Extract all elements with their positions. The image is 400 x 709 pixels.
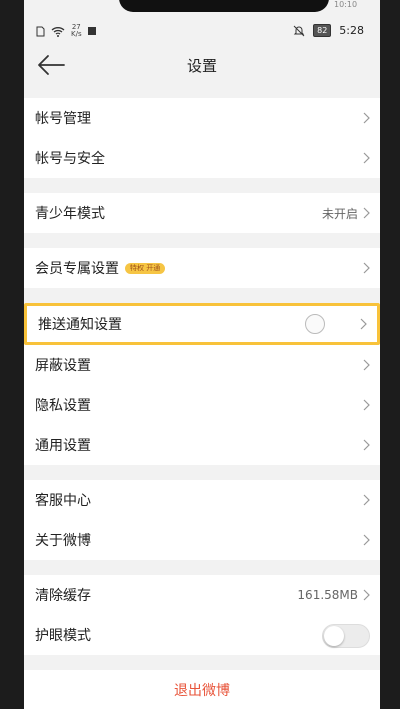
- settings-group-vip: 会员专属设置 特权 开通: [24, 248, 380, 288]
- chevron-right-icon: [363, 439, 370, 451]
- settings-item-block-settings[interactable]: 屏蔽设置: [24, 345, 380, 385]
- vip-badge: 特权 开通: [125, 262, 166, 274]
- settings-group-account: 帐号管理 帐号与安全: [24, 98, 380, 178]
- settings-item-privacy-settings[interactable]: 隐私设置: [24, 385, 380, 425]
- chevron-right-icon: [363, 262, 370, 274]
- camera-notch: [119, 0, 329, 12]
- settings-item-account-management[interactable]: 帐号管理: [24, 98, 380, 138]
- settings-item-teen-mode[interactable]: 青少年模式 未开启: [24, 193, 380, 233]
- settings-group-help: 客服中心 关于微博: [24, 480, 380, 560]
- chevron-right-icon: [363, 399, 370, 411]
- phone-frame: 10:10 27 K/s 82 5:28 设置 帐号管理 帐号与安全 青少年模式…: [0, 0, 400, 709]
- chevron-right-icon: [363, 207, 370, 219]
- chevron-right-icon: [363, 534, 370, 546]
- chevron-right-icon: [363, 359, 370, 371]
- settings-group-teen: 青少年模式 未开启: [24, 193, 380, 233]
- chevron-right-icon: [363, 589, 370, 601]
- status-bar: 27 K/s 82 5:28: [24, 22, 380, 44]
- settings-item-general-settings[interactable]: 通用设置: [24, 425, 380, 465]
- tap-indicator: [305, 314, 325, 334]
- settings-list: 帐号管理 帐号与安全 青少年模式 未开启 会员专属设置 特权 开通 推送通知设置…: [24, 98, 380, 709]
- chevron-right-icon: [363, 152, 370, 164]
- toggle-knob: [324, 626, 344, 646]
- header-bar: 设置: [24, 44, 380, 86]
- page-title: 设置: [186, 57, 217, 75]
- teen-mode-status: 未开启: [321, 206, 358, 221]
- mute-icon: [293, 25, 305, 36]
- push-settings-highlight: 推送通知设置: [24, 303, 380, 345]
- top-time: 10:10: [334, 0, 358, 9]
- network-speed: 27 K/s: [71, 23, 82, 38]
- clock: 5:28: [339, 24, 364, 37]
- screen: 10:10 27 K/s 82 5:28 设置 帐号管理 帐号与安全 青少年模式…: [24, 0, 380, 709]
- settings-group-storage: 清除缓存 161.58MB 护眼模式: [24, 575, 380, 655]
- logout-button[interactable]: 退出微博: [24, 670, 380, 709]
- chevron-right-icon: [363, 494, 370, 506]
- settings-group-general: 推送通知设置 屏蔽设置 隐私设置 通用设置: [24, 303, 380, 465]
- notification-icon: [87, 27, 96, 35]
- settings-item-eye-protection: 护眼模式: [24, 615, 380, 655]
- settings-item-vip-settings[interactable]: 会员专属设置 特权 开通: [24, 248, 380, 288]
- settings-item-account-security[interactable]: 帐号与安全: [24, 138, 380, 178]
- settings-item-clear-cache[interactable]: 清除缓存 161.58MB: [24, 575, 380, 615]
- sim-icon: [36, 26, 45, 36]
- chevron-right-icon: [360, 318, 367, 330]
- chevron-right-icon: [363, 112, 370, 124]
- cache-size: 161.58MB: [297, 588, 358, 602]
- battery-indicator: 82: [313, 24, 332, 37]
- settings-item-push-notifications[interactable]: 推送通知设置: [27, 306, 377, 342]
- eye-protection-toggle[interactable]: [322, 624, 370, 648]
- settings-item-about-weibo[interactable]: 关于微博: [24, 520, 380, 560]
- wifi-icon: [51, 26, 65, 37]
- settings-item-customer-service[interactable]: 客服中心: [24, 480, 380, 520]
